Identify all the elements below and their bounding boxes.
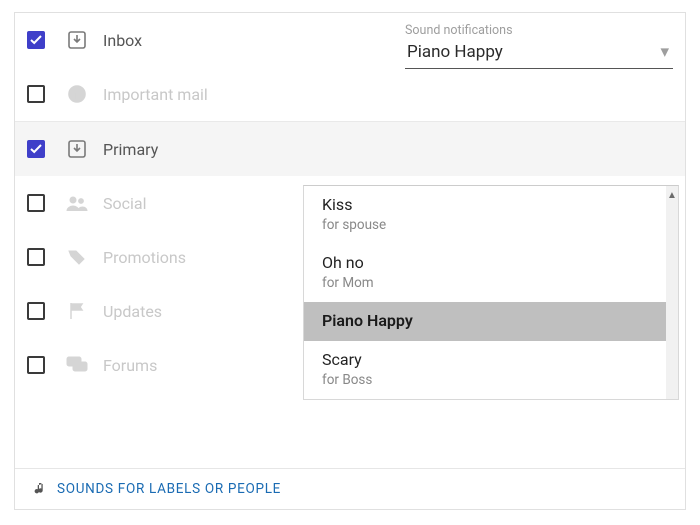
chat-icon — [65, 356, 89, 374]
tag-icon — [65, 247, 89, 267]
row-label: Promotions — [103, 248, 186, 267]
footer: Sounds for labels or people — [15, 468, 685, 509]
menu-item[interactable]: Kiss for spouse — [304, 186, 678, 244]
scrollbar[interactable]: ▲ — [666, 186, 678, 399]
people-icon — [65, 194, 89, 212]
menu-item-sub: for Mom — [322, 275, 660, 291]
menu-item-sub: for spouse — [322, 217, 660, 233]
menu-item[interactable]: Piano Happy — [304, 302, 678, 341]
checkbox-promotions[interactable] — [27, 248, 45, 266]
row-primary[interactable]: Primary — [15, 122, 685, 176]
checkbox-updates[interactable] — [27, 302, 45, 320]
menu-item-name: Scary — [322, 350, 660, 369]
menu-item-sub: for Boss — [322, 372, 660, 388]
row-label: Inbox — [103, 31, 142, 50]
checkbox-inbox[interactable] — [27, 31, 45, 49]
row-inbox[interactable]: Inbox — [15, 13, 685, 67]
sounds-for-labels-link[interactable]: Sounds for labels or people — [57, 481, 281, 497]
menu-item-name: Piano Happy — [322, 311, 660, 330]
scroll-up-arrow-icon: ▲ — [667, 190, 677, 201]
row-label: Updates — [103, 302, 162, 321]
inbox-download-icon — [65, 139, 89, 159]
checkbox-important[interactable] — [27, 85, 45, 103]
menu-item[interactable]: Scary for Boss — [304, 341, 678, 399]
menu-item[interactable]: Oh no for Mom — [304, 244, 678, 302]
info-circle-icon — [65, 84, 89, 104]
menu-item-name: Oh no — [322, 253, 660, 272]
sound-menu: Kiss for spouse Oh no for Mom Piano Happ… — [303, 185, 679, 400]
music-note-icon — [33, 482, 47, 496]
row-label: Primary — [103, 140, 158, 159]
flag-icon — [65, 301, 89, 321]
menu-item-name: Kiss — [322, 195, 660, 214]
row-label: Forums — [103, 356, 157, 375]
checkbox-forums[interactable] — [27, 356, 45, 374]
checkbox-social[interactable] — [27, 194, 45, 212]
row-label: Social — [103, 194, 146, 213]
row-label: Important mail — [103, 85, 208, 104]
inbox-download-icon — [65, 30, 89, 50]
checkbox-primary[interactable] — [27, 140, 45, 158]
row-important[interactable]: Important mail — [15, 67, 685, 121]
